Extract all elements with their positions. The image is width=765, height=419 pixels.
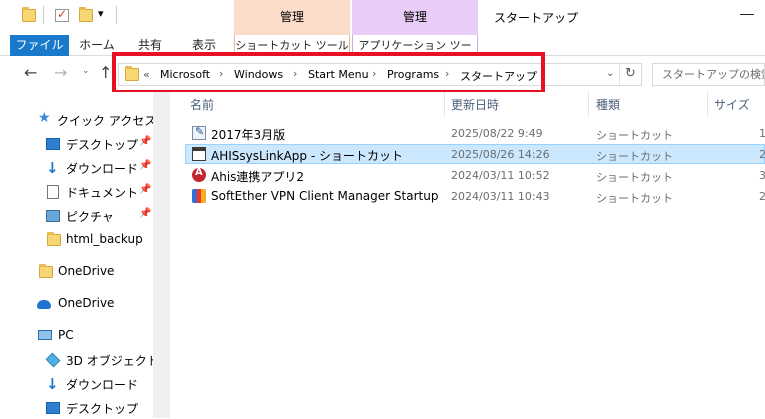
window-app-icon [192,147,206,161]
table-row[interactable]: AHISsysLinkApp - ショートカット 2025/08/26 14:2… [185,144,765,164]
nav-onedrive[interactable]: OneDrive [0,293,153,315]
table-row[interactable]: SoftEther VPN Client Manager Startup 202… [185,186,765,206]
context-tab-label: 管理 [279,10,304,24]
file-date: 2024/03/11 10:43 [451,190,550,203]
download-icon: ↓ [46,159,59,177]
nav-label: 3D オブジェクト [66,354,159,368]
nav-item-downloads[interactable]: ↓ ダウンロード 📌 [0,157,153,179]
3d-objects-icon [45,352,61,368]
context-tab-manage-shortcut[interactable]: 管理 [234,0,350,35]
nav-label: ピクチャ [66,210,114,224]
nav-label: html_backup [66,232,143,246]
column-header-type[interactable]: 種類 [596,96,620,113]
search-input[interactable]: スタートアップの検索 [652,63,765,86]
back-arrow-icon[interactable]: ← [24,63,37,82]
minimize-button[interactable] [740,14,754,15]
nav-label: OneDrive [58,264,115,278]
nav-this-pc[interactable]: PC [0,325,153,347]
highlight-annotation [112,52,545,94]
column-header-date[interactable]: 更新日時 [451,96,499,113]
title-bar: ▾ 管理 管理 スタートアップ [0,0,765,35]
file-name: AHISsysLinkApp - ショートカット [211,149,403,163]
folder-icon [39,264,53,278]
picture-icon [46,210,60,222]
star-icon: ★ [38,110,51,126]
context-tab-label: 管理 [402,10,427,24]
desktop-icon [46,138,60,150]
document-icon [47,185,59,199]
file-type: ショートカット [596,171,673,184]
divider [43,6,44,24]
file-size: 2 [759,148,765,161]
cloud-icon [37,300,51,309]
table-row[interactable]: A Ahis連携アプリ2 2024/03/11 10:52 ショートカット 3 [185,165,765,185]
file-size: 1 [759,127,765,140]
tab-home[interactable]: ホーム [77,35,117,56]
nav-label: PC [58,328,74,342]
nav-label: ドキュメント [66,186,139,200]
file-date: 2025/08/26 14:26 [451,148,550,161]
table-row[interactable]: ✎ 2017年3月版 2025/08/22 9:49 ショートカット 1 [185,123,765,143]
recent-locations-icon[interactable]: ⌄ [82,66,90,76]
file-date: 2024/03/11 10:52 [451,169,550,182]
folder-icon [22,7,36,22]
pin-icon[interactable]: 📌 [139,208,151,219]
forward-arrow-icon[interactable]: → [54,63,67,82]
vpn-app-icon [192,189,206,203]
nav-label: デスクトップ [66,402,139,416]
pin-icon[interactable]: 📌 [139,160,151,171]
divider [116,6,117,24]
file-type: ショートカット [596,150,673,163]
column-divider[interactable] [588,92,589,116]
nav-label: クイック アクセス [57,114,157,128]
refresh-icon[interactable]: ↻ [625,66,636,81]
column-header-name[interactable]: 名前 [190,96,214,113]
nav-quick-access[interactable]: ★ クイック アクセス [0,109,157,131]
column-divider[interactable] [444,92,445,116]
file-size: 3 [759,169,765,182]
computer-icon [38,330,52,340]
file-name: 2017年3月版 [211,128,286,142]
file-date: 2025/08/22 9:49 [451,127,543,140]
file-list: 名前 更新日時 種類 サイズ ✎ 2017年3月版 2025/08/22 9:4… [170,92,765,418]
file-size: 2 [759,190,765,203]
properties-icon[interactable] [55,7,69,22]
context-tab-manage-app[interactable]: 管理 [352,0,478,35]
ahis-app-icon: A [192,167,206,182]
download-icon: ↓ [46,375,59,393]
up-arrow-icon[interactable]: ↑ [99,63,112,82]
chevron-down-icon[interactable]: ⌄ [606,68,614,79]
nav-label: デスクトップ [66,138,139,152]
desktop-icon [46,402,60,414]
nav-item-desktop[interactable]: デスクトップ 📌 [0,133,153,155]
tab-file[interactable]: ファイル [10,35,69,56]
shortcut-app-icon: ✎ [192,125,206,140]
nav-item-html-backup[interactable]: html_backup [0,229,153,251]
nav-item-pc-downloads[interactable]: ↓ ダウンロード [0,373,153,395]
nav-item-3d-objects[interactable]: 3D オブジェクト [0,349,159,371]
file-type: ショートカット [596,192,673,205]
nav-onedrive-folder[interactable]: OneDrive [0,261,153,283]
new-folder-icon[interactable] [79,7,93,22]
pin-icon[interactable]: 📌 [139,136,151,147]
nav-item-pc-desktop[interactable]: デスクトップ [0,397,153,419]
customize-quick-access-icon[interactable]: ▾ [98,7,104,20]
file-name: SoftEther VPN Client Manager Startup [211,189,439,203]
pin-icon[interactable]: 📌 [139,184,151,195]
nav-pane-scrollbar[interactable] [153,92,170,418]
nav-label: OneDrive [58,296,115,310]
column-divider[interactable] [707,92,708,116]
divider [619,64,620,85]
nav-item-pictures[interactable]: ピクチャ 📌 [0,205,153,227]
folder-icon [47,232,61,246]
window-title: スタートアップ [494,11,579,25]
navigation-pane: ★ クイック アクセス デスクトップ 📌 ↓ ダウンロード 📌 ドキュメント 📌… [0,92,159,419]
nav-item-documents[interactable]: ドキュメント 📌 [0,181,153,203]
column-header-size[interactable]: サイズ [714,96,750,113]
nav-label: ダウンロード [66,162,139,176]
file-name: Ahis連携アプリ2 [211,170,305,184]
file-type: ショートカット [596,129,673,142]
nav-label: ダウンロード [66,378,139,392]
